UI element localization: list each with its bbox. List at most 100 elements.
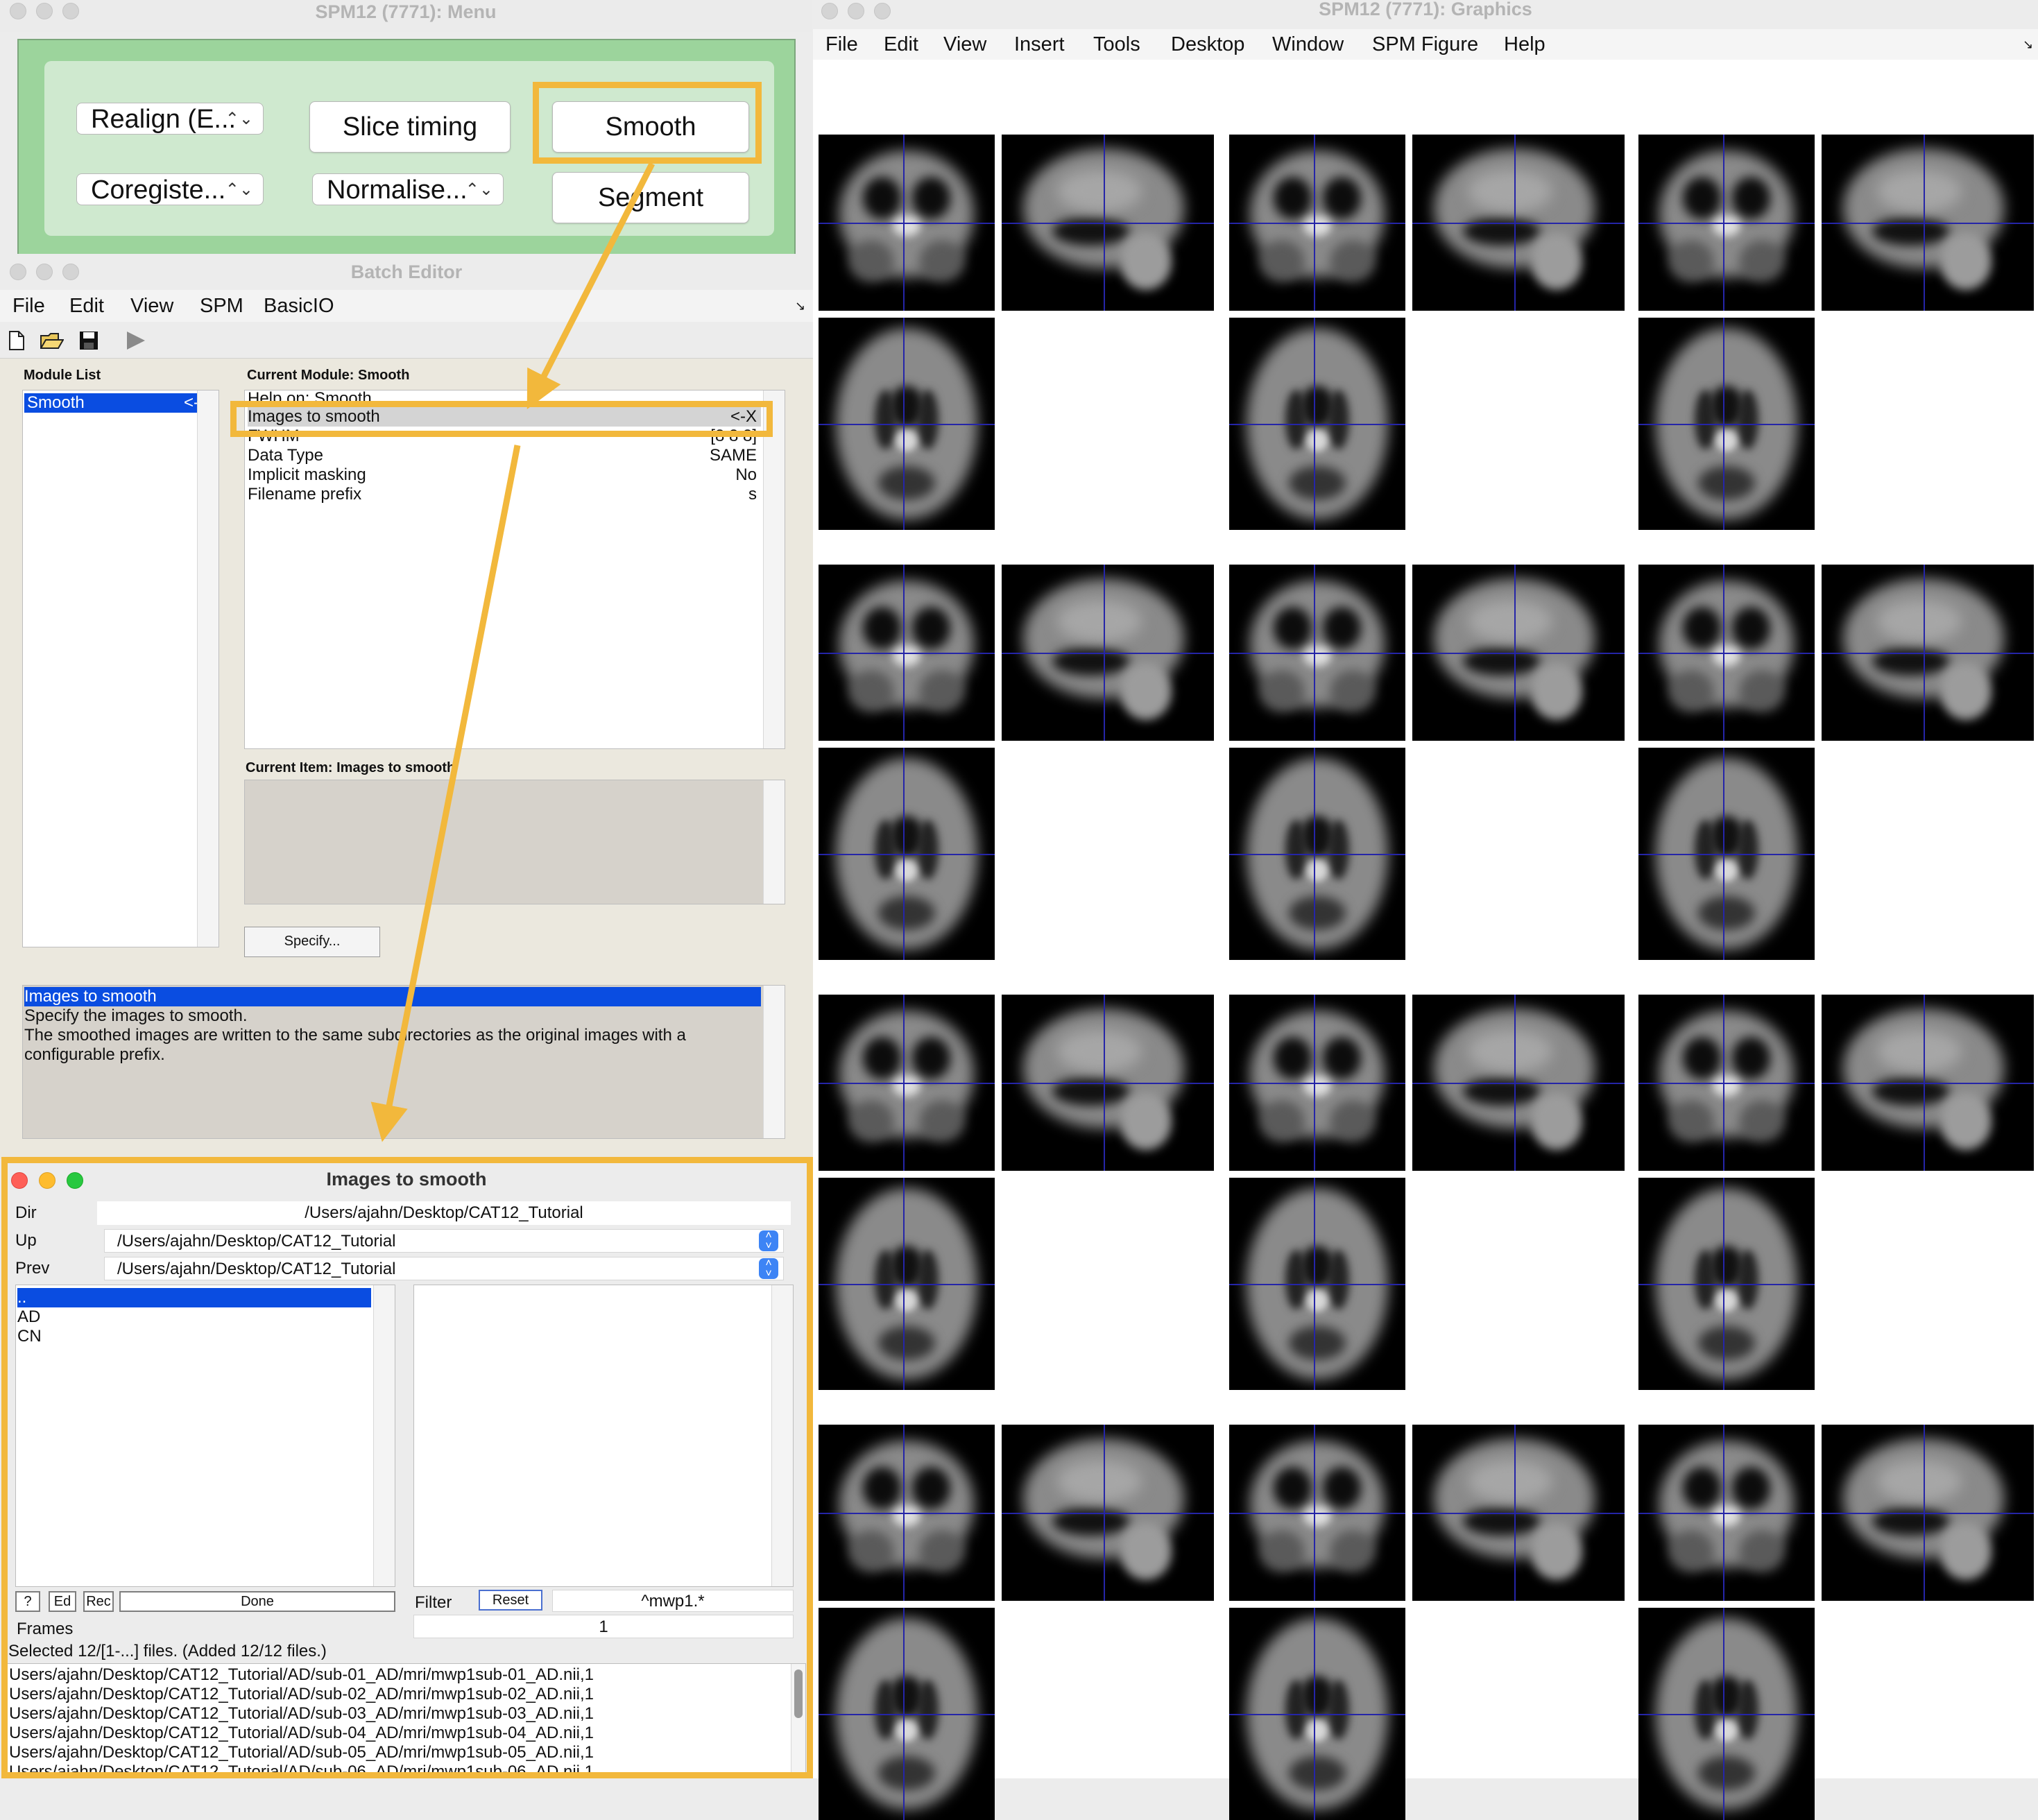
sagittal-slice[interactable]	[1822, 995, 2034, 1171]
sagittal-slice[interactable]	[1002, 995, 1214, 1171]
brain-tissue	[1056, 1459, 1142, 1502]
brain-tissue	[1322, 606, 1362, 649]
brain-tissue	[1467, 599, 1552, 642]
sagittal-slice[interactable]	[1412, 1425, 1625, 1601]
menu-window[interactable]: Window	[1272, 29, 1344, 60]
coronal-slice[interactable]	[1229, 565, 1405, 741]
brain-tissue	[1872, 217, 1949, 246]
crosshair-horizontal	[1229, 1513, 1405, 1514]
brain-tissue	[878, 1326, 935, 1361]
brain-tissue	[1940, 663, 1992, 720]
brain-tissue	[1056, 599, 1142, 642]
dock-arrow-icon[interactable]: ↘	[2023, 29, 2033, 60]
coronal-slice[interactable]	[1229, 1425, 1405, 1601]
sagittal-slice[interactable]	[1002, 1425, 1214, 1601]
crosshair-horizontal	[1822, 223, 2034, 224]
brain-tissue	[1715, 860, 1738, 882]
coronal-slice[interactable]	[819, 995, 995, 1171]
crosshair-horizontal	[1229, 854, 1405, 855]
brain-tissue	[918, 240, 965, 283]
brain-tissue	[1285, 1250, 1307, 1310]
axial-slice[interactable]	[1638, 1608, 1815, 1820]
brain-tissue	[1289, 1756, 1346, 1791]
brain-tissue	[1737, 390, 1758, 449]
crosshair-horizontal	[1638, 1083, 1815, 1084]
coronal-slice[interactable]	[1638, 565, 1815, 741]
brain-tissue	[1668, 1530, 1715, 1573]
sagittal-slice[interactable]	[1822, 135, 2034, 311]
brain-tissue	[862, 176, 902, 219]
coronal-slice[interactable]	[1638, 135, 1815, 311]
crosshair-horizontal	[1002, 653, 1214, 654]
brain-tissue	[1273, 606, 1312, 649]
axial-slice[interactable]	[1229, 318, 1405, 530]
brain-tissue	[1259, 1100, 1305, 1143]
brain-tissue	[848, 1100, 895, 1143]
sagittal-slice[interactable]	[1822, 565, 2034, 741]
sagittal-slice[interactable]	[1822, 1425, 2034, 1601]
brain-tissue	[1120, 233, 1172, 290]
menu-insert[interactable]: Insert	[1014, 29, 1065, 60]
sagittal-slice[interactable]	[1412, 995, 1625, 1171]
coronal-slice[interactable]	[819, 565, 995, 741]
brain-tissue	[896, 430, 918, 452]
menu-view[interactable]: View	[943, 29, 986, 60]
menu-tools[interactable]: Tools	[1093, 29, 1140, 60]
menu-help[interactable]: Help	[1504, 29, 1545, 60]
brain-tissue	[911, 1036, 951, 1079]
sagittal-slice[interactable]	[1412, 135, 1625, 311]
brain-tissue	[1698, 1326, 1755, 1361]
crosshair-horizontal	[1229, 1284, 1405, 1285]
axial-slice[interactable]	[1638, 318, 1815, 530]
brain-tissue	[1322, 1466, 1362, 1509]
crosshair-vertical	[1514, 1425, 1516, 1601]
menu-desktop[interactable]: Desktop	[1171, 29, 1244, 60]
brain-tissue	[875, 390, 896, 449]
coronal-slice[interactable]	[819, 135, 995, 311]
crosshair-vertical	[1313, 1178, 1315, 1390]
axial-slice[interactable]	[819, 1608, 995, 1820]
coronal-slice[interactable]	[1229, 995, 1405, 1171]
crosshair-horizontal	[1412, 1083, 1625, 1084]
menu-file[interactable]: File	[825, 29, 858, 60]
menu-edit[interactable]: Edit	[884, 29, 918, 60]
coronal-slice[interactable]	[1638, 995, 1815, 1171]
axial-slice[interactable]	[819, 748, 995, 960]
axial-slice[interactable]	[819, 1178, 995, 1390]
crosshair-vertical	[1514, 565, 1516, 741]
brain-tissue	[1463, 217, 1540, 246]
crosshair-vertical	[1514, 135, 1516, 311]
sagittal-slice[interactable]	[1002, 135, 1214, 311]
axial-slice[interactable]	[1229, 748, 1405, 960]
menu-spm-figure[interactable]: SPM Figure	[1372, 29, 1478, 60]
crosshair-horizontal	[1002, 1083, 1214, 1084]
coronal-slice[interactable]	[819, 1425, 995, 1601]
brain-tissue	[1306, 1290, 1328, 1312]
crosshair-vertical	[1313, 1425, 1315, 1601]
brain-tissue	[1531, 1093, 1582, 1150]
axial-slice[interactable]	[819, 318, 995, 530]
axial-slice[interactable]	[1638, 748, 1815, 960]
brain-tissue	[1731, 176, 1771, 219]
coronal-slice[interactable]	[1638, 1425, 1815, 1601]
crosshair-vertical	[1722, 1608, 1724, 1820]
brain-tissue	[917, 820, 939, 879]
annotation-arrows	[370, 162, 656, 1142]
axial-slice[interactable]	[1229, 1178, 1405, 1390]
crosshair-horizontal	[1229, 1714, 1405, 1715]
arrow-smooth-to-param	[526, 162, 656, 410]
brain-tissue	[1120, 1523, 1172, 1580]
axial-slice[interactable]	[1638, 1178, 1815, 1390]
crosshair-vertical	[1722, 1178, 1724, 1390]
axial-slice[interactable]	[1229, 1608, 1405, 1820]
brain-tissue	[1329, 670, 1376, 713]
brain-tissue	[878, 466, 935, 501]
sagittal-slice[interactable]	[1412, 565, 1625, 741]
crosshair-horizontal	[1412, 653, 1625, 654]
brain-tissue	[1876, 599, 1962, 642]
subject-orthoview-panel	[1229, 1365, 1629, 1820]
brain-tissue	[878, 896, 935, 931]
coronal-slice[interactable]	[1229, 135, 1405, 311]
sagittal-slice[interactable]	[1002, 565, 1214, 741]
brain-tissue	[1328, 820, 1349, 879]
